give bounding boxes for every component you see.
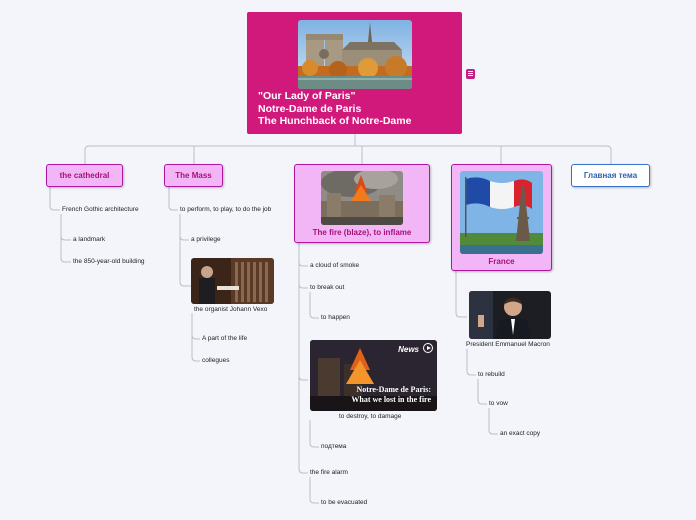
- subtopic-fire-alarm[interactable]: the fire alarm: [310, 469, 348, 476]
- video-caption-line: Notre-Dame de Paris:: [356, 385, 432, 394]
- subtopic-happen[interactable]: to happen: [321, 314, 350, 321]
- title-line: "Our Lady of Paris": [258, 90, 356, 102]
- subtopic-macron[interactable]: President Emmanuel Macron: [466, 341, 550, 348]
- video-brand: News: [398, 345, 419, 354]
- topic-label: The fire (blaze), to inflame: [312, 228, 412, 237]
- subtopic-organist[interactable]: the organist Johann Vexo: [194, 306, 267, 313]
- organist-photo: [191, 258, 274, 304]
- central-topic-title: "Our Lady of Paris" Notre-Dame de Paris …: [258, 90, 411, 128]
- notre-dame-photo: [298, 20, 412, 89]
- play-icon[interactable]: [423, 343, 433, 353]
- video-caption-line: What we lost in the fire: [351, 395, 431, 404]
- fire-photo: [321, 171, 403, 225]
- topic-fire[interactable]: The fire (blaze), to inflame: [294, 164, 430, 243]
- subtopic-break-out[interactable]: to break out: [310, 284, 344, 291]
- macron-photo: [469, 291, 551, 339]
- subtopic-building[interactable]: the 850-year-old building: [73, 258, 145, 265]
- title-line: The Hunchback of Notre-Dame: [258, 115, 412, 127]
- subtopic-smoke[interactable]: a cloud of smoke: [310, 262, 359, 269]
- france-photo: [460, 171, 543, 254]
- video-caption: Notre-Dame de Paris: What we lost in the…: [351, 385, 431, 405]
- topic-mass[interactable]: The Mass: [164, 164, 223, 187]
- topic-label: Главная тема: [583, 171, 638, 180]
- subtopic-evacuated[interactable]: to be evacuated: [321, 499, 367, 506]
- subtopic-exact-copy[interactable]: an exact copy: [500, 430, 540, 437]
- title-line: Notre-Dame de Paris: [258, 102, 362, 115]
- central-topic[interactable]: "Our Lady of Paris" Notre-Dame de Paris …: [247, 12, 462, 134]
- subtopic-perform[interactable]: to perform, to play, to do the job: [180, 206, 271, 213]
- subtopic-landmark[interactable]: a landmark: [73, 236, 105, 243]
- subtopic-vow[interactable]: to vow: [489, 400, 508, 407]
- subtopic-gothic[interactable]: French Gothic architecture: [62, 206, 139, 213]
- subtopic-part-of-life[interactable]: A part of the life: [202, 335, 247, 342]
- note-icon[interactable]: [466, 69, 475, 79]
- subtopic-podtema[interactable]: подтема: [321, 443, 346, 450]
- fire-video-thumbnail[interactable]: News Notre-Dame de Paris: What we lost i…: [310, 340, 437, 411]
- topic-cathedral[interactable]: the cathedral: [46, 164, 123, 187]
- topic-label: the cathedral: [59, 171, 110, 180]
- topic-label: The Mass: [175, 171, 212, 180]
- topic-label: France: [488, 257, 515, 266]
- topic-main[interactable]: Главная тема: [571, 164, 650, 187]
- topic-france[interactable]: France: [451, 164, 552, 271]
- subtopic-rebuild[interactable]: to rebuild: [478, 371, 505, 378]
- subtopic-colleagues[interactable]: collegues: [202, 357, 229, 364]
- subtopic-destroy[interactable]: to destroy, to damage: [339, 413, 401, 420]
- subtopic-privilege[interactable]: a privilege: [191, 236, 221, 243]
